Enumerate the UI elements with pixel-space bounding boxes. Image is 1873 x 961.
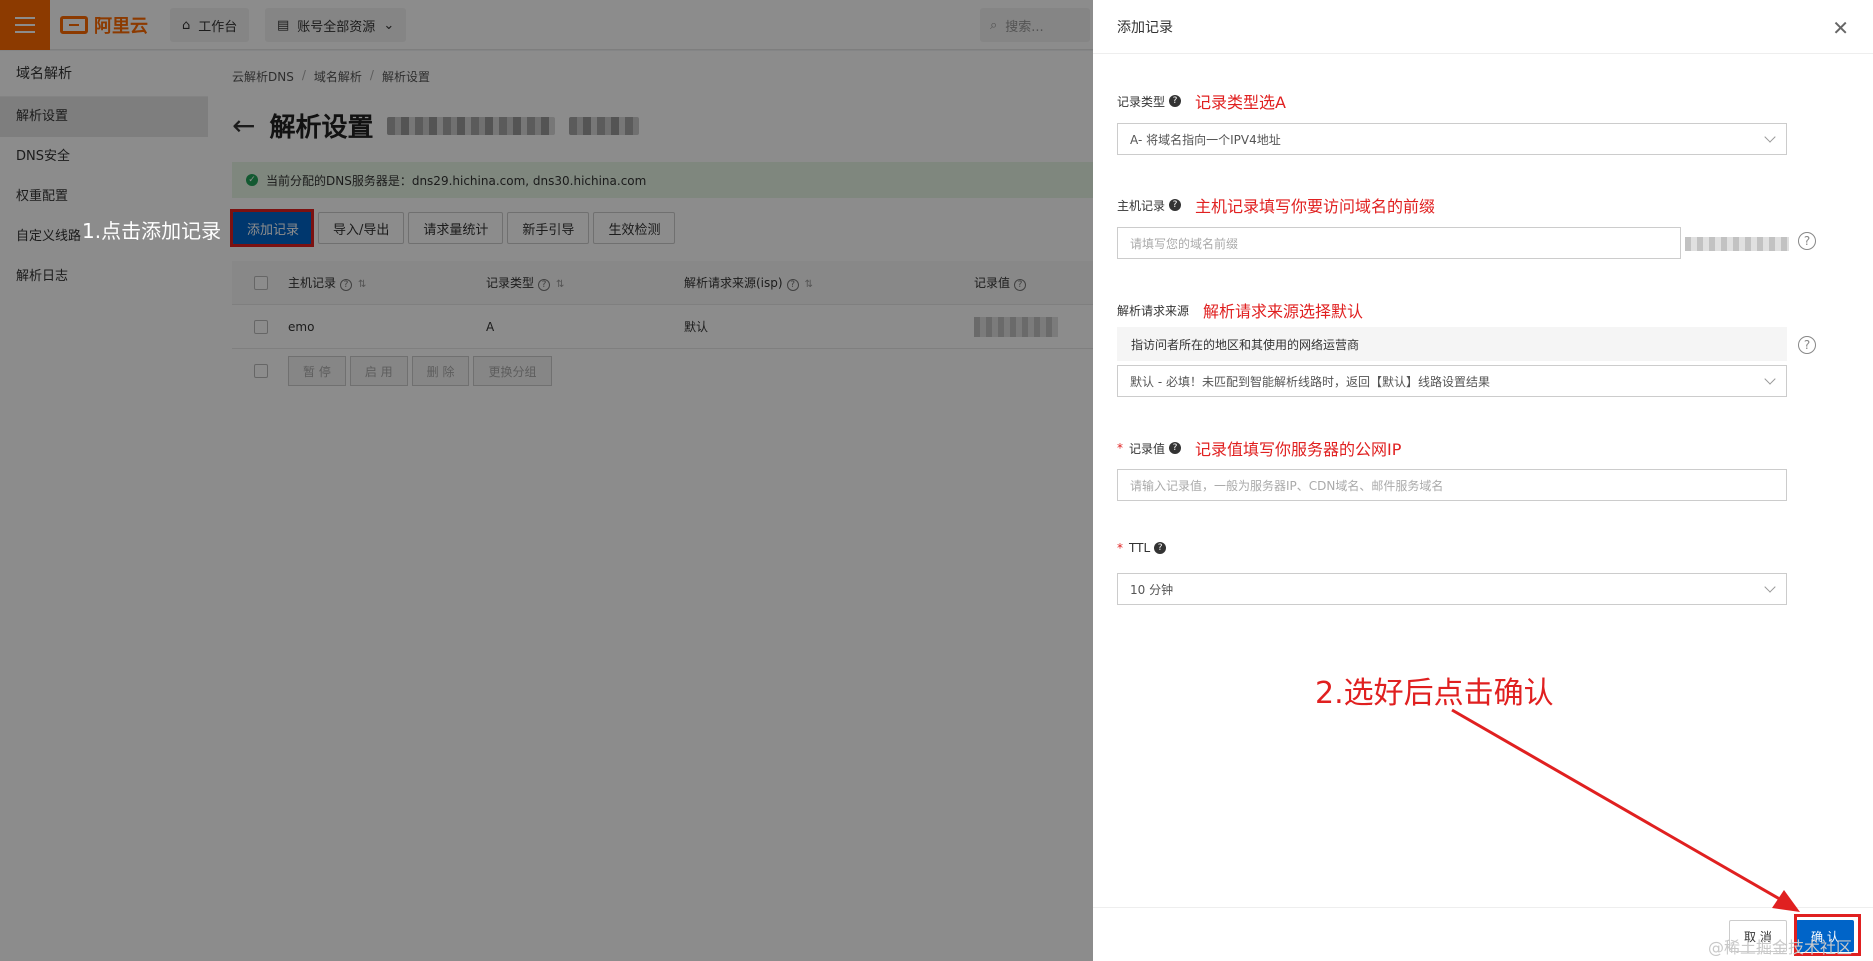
close-icon[interactable]: ✕ xyxy=(1832,16,1849,40)
host-label: 主机记录 ? 主机记录填写你要访问域名的前缀 xyxy=(1117,193,1435,217)
help-icon[interactable]: ? xyxy=(1169,199,1182,211)
isp-description: 指访问者所在的地区和其使用的网络运营商 xyxy=(1117,327,1787,361)
annotation-step2: 2.选好后点击确认 xyxy=(1315,676,1554,711)
value-label: * 记录值 ? 记录值填写你服务器的公网IP xyxy=(1117,436,1401,460)
help-icon[interactable]: ? xyxy=(1169,442,1182,454)
help-circle-icon[interactable]: ? xyxy=(1798,232,1816,250)
annotation-isp-hint: 解析请求来源选择默认 xyxy=(1203,302,1364,321)
ttl-label: * TTL ? xyxy=(1117,541,1167,555)
ttl-select[interactable]: 10 分钟 xyxy=(1117,573,1787,605)
isp-label-text: 解析请求来源 xyxy=(1117,303,1190,318)
annotation-type-hint: 记录类型选A xyxy=(1195,93,1286,112)
ttl-value: 10 分钟 xyxy=(1130,582,1174,597)
chevron-down-icon xyxy=(1764,373,1776,385)
required-mark: * xyxy=(1117,441,1123,455)
host-placeholder: 请填写您的域名前缀 xyxy=(1130,236,1239,251)
modal-overlay[interactable] xyxy=(0,0,1093,961)
record-type-label-text: 记录类型 xyxy=(1117,94,1166,109)
record-type-value: A- 将域名指向一个IPV4地址 xyxy=(1130,132,1281,147)
add-record-drawer: 添加记录 ✕ 记录类型 ? 记录类型选A A- 将域名指向一个IPV4地址 主机… xyxy=(1093,0,1873,961)
value-label-text: 记录值 xyxy=(1129,441,1166,456)
help-icon[interactable]: ? xyxy=(1169,95,1182,107)
record-type-label: 记录类型 ? 记录类型选A xyxy=(1117,89,1286,113)
help-icon[interactable]: ? xyxy=(1154,542,1167,554)
chevron-down-icon xyxy=(1764,581,1776,593)
record-value-input[interactable]: 请输入记录值，一般为服务器IP、CDN域名、邮件服务域名 xyxy=(1117,469,1787,501)
host-input[interactable]: 请填写您的域名前缀 xyxy=(1117,227,1681,259)
record-type-select[interactable]: A- 将域名指向一个IPV4地址 xyxy=(1117,123,1787,155)
isp-select[interactable]: 默认 - 必填！未匹配到智能解析线路时，返回【默认】线路设置结果 xyxy=(1117,365,1787,397)
host-label-text: 主机记录 xyxy=(1117,198,1166,213)
isp-label: 解析请求来源 解析请求来源选择默认 xyxy=(1117,298,1363,322)
annotation-step1: 1.点击添加记录 xyxy=(82,219,222,243)
watermark: @稀土掘金技术社区 xyxy=(1708,938,1853,957)
isp-value: 默认 - 必填！未匹配到智能解析线路时，返回【默认】线路设置结果 xyxy=(1130,374,1490,389)
ttl-label-text: TTL xyxy=(1129,541,1151,555)
required-mark: * xyxy=(1117,541,1123,555)
annotation-host-hint: 主机记录填写你要访问域名的前缀 xyxy=(1195,197,1436,216)
value-placeholder: 请输入记录值，一般为服务器IP、CDN域名、邮件服务域名 xyxy=(1130,478,1444,493)
help-circle-icon[interactable]: ? xyxy=(1798,336,1816,354)
chevron-down-icon xyxy=(1764,131,1776,143)
drawer-title: 添加记录 xyxy=(1093,0,1873,54)
annotation-value-hint: 记录值填写你服务器的公网IP xyxy=(1195,440,1402,459)
blurred-domain-suffix xyxy=(1685,237,1789,251)
